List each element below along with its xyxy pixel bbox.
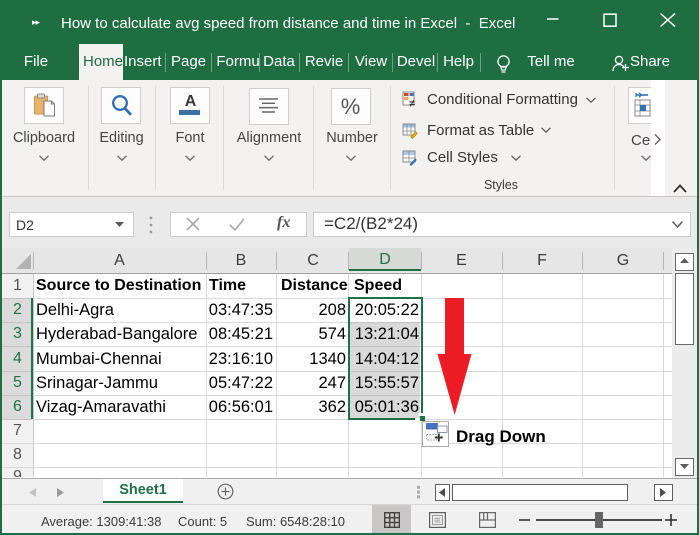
- svg-text:≠: ≠: [410, 99, 416, 108]
